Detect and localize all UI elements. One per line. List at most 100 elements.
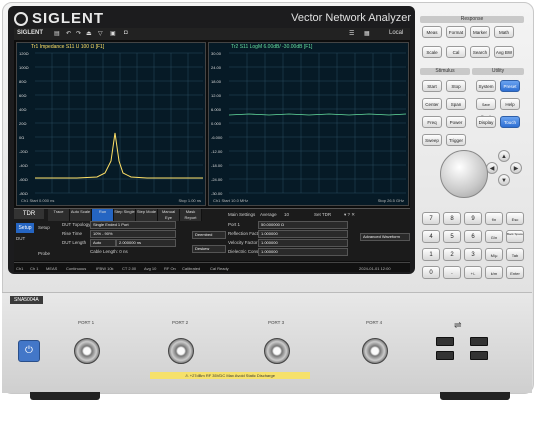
undo-icon[interactable]: ↶ <box>66 30 71 37</box>
usb-port[interactable] <box>436 351 454 360</box>
key-0[interactable]: 0 <box>422 266 440 279</box>
key-6[interactable]: 6 <box>464 230 482 243</box>
port-1-connector[interactable] <box>74 338 100 364</box>
redo-icon[interactable]: ↷ <box>76 30 81 37</box>
center-key[interactable]: Center <box>422 98 442 110</box>
probe-item[interactable]: Probe <box>38 251 50 256</box>
span-key[interactable]: Span <box>446 98 466 110</box>
param-value[interactable]: 50.000000 Ω <box>258 221 348 229</box>
file-icon[interactable]: ▤ <box>54 30 60 37</box>
param-value[interactable]: 1.000000 <box>258 248 348 256</box>
avg-bw-key[interactable]: Avg BW <box>494 46 514 58</box>
port-4-connector[interactable] <box>362 338 388 364</box>
power-button-icon[interactable]: ⏻ <box>18 340 40 362</box>
key-k-m[interactable]: k/m <box>485 266 503 279</box>
save-recall-key[interactable]: Save Recall <box>476 98 496 119</box>
format-key[interactable]: Format <box>446 26 466 38</box>
key-m-u[interactable]: M/μ <box>485 248 503 261</box>
usb-port[interactable] <box>470 351 488 360</box>
dut-topology-select[interactable]: Single Ended 1 Port <box>90 221 176 229</box>
freq-key[interactable]: Freq <box>422 116 442 128</box>
tab-key[interactable]: Tab <box>506 248 524 261</box>
deskew-button[interactable]: Deskew <box>192 245 226 253</box>
panel-controls[interactable]: ▾ ? ✕ <box>344 212 355 218</box>
right-arrow-icon[interactable]: ▶ <box>510 162 522 174</box>
window-icon[interactable]: ▦ <box>364 30 370 37</box>
trace-window-2[interactable]: Tr2 S11 LogM 6.00dB/ -30.00dB [F1] 30.00… <box>208 42 409 206</box>
usb-port[interactable] <box>436 337 454 346</box>
scale-key[interactable]: Scale <box>422 46 442 58</box>
down-arrow-icon[interactable]: ▼ <box>498 174 510 186</box>
key-2[interactable]: 2 <box>443 248 461 261</box>
key-8[interactable]: 8 <box>443 212 461 225</box>
key-5[interactable]: 5 <box>443 230 461 243</box>
softkey-trace[interactable]: Trace <box>48 209 70 221</box>
marker-icon[interactable]: ▽ <box>98 30 103 37</box>
key-g-n[interactable]: G/n <box>485 230 503 243</box>
param-value[interactable]: 1.000000 <box>258 230 348 238</box>
enter-key[interactable]: Enter <box>506 266 524 279</box>
preset-key[interactable]: Preset <box>500 80 520 92</box>
menu-icon[interactable]: ☰ <box>349 30 354 37</box>
trace-window-1[interactable]: Tr1 Impedance S11 U 100 Ω [F1] 120Ω 100Ω… <box>16 42 206 206</box>
rotary-knob[interactable] <box>440 150 488 198</box>
search-key[interactable]: Search <box>470 46 490 58</box>
setup-tab[interactable]: Setup <box>16 223 34 233</box>
stop-key[interactable]: Stop <box>446 80 466 92</box>
y-label: 20Ω <box>19 121 27 126</box>
trace-1-plot <box>35 52 203 194</box>
key-dot[interactable]: . <box>443 266 461 279</box>
dut-item[interactable]: DUT <box>16 236 25 241</box>
trigger-icon[interactable]: ⏏ <box>86 30 92 37</box>
start-key[interactable]: Start <box>422 80 442 92</box>
display-key[interactable]: Display <box>476 116 496 128</box>
camera-icon[interactable]: ◘ <box>124 30 128 36</box>
backspace-key[interactable]: Back Space <box>506 230 524 243</box>
port-4-label: PORT 4 <box>366 320 383 325</box>
setup-item[interactable]: Setup <box>38 225 50 230</box>
average-value[interactable]: 10 <box>284 212 289 217</box>
meas-key[interactable]: Meas <box>422 26 442 38</box>
esc-key[interactable]: Esc <box>506 212 524 225</box>
touch-key[interactable]: Touch <box>500 116 520 128</box>
set-tdr[interactable]: Set TDR <box>314 212 331 217</box>
softkey-run[interactable]: Run <box>92 209 114 221</box>
softkey-step-single[interactable]: Step Single <box>114 209 136 221</box>
port-2-label: PORT 2 <box>172 320 189 325</box>
device-foot-left <box>30 392 100 400</box>
system-key[interactable]: System <box>476 80 496 92</box>
dut-length-mode[interactable]: Auto <box>90 239 116 247</box>
up-arrow-icon[interactable]: ▲ <box>498 150 510 162</box>
softkey-step-mode[interactable]: Step Mode <box>136 209 158 221</box>
tdr-tab[interactable]: TDR <box>14 209 44 219</box>
trace-1-start: Ch1 Start 0.000 ns <box>21 198 55 203</box>
marker-key[interactable]: Marker <box>470 26 490 38</box>
key-f-n[interactable]: f/n <box>485 212 503 225</box>
sweep-key[interactable]: Sweep <box>422 134 442 146</box>
key-plus-minus[interactable]: +/- <box>464 266 482 279</box>
port-2-connector[interactable] <box>168 338 194 364</box>
usb-port[interactable] <box>470 337 488 346</box>
dut-topology-label: DUT Topology <box>62 222 91 227</box>
advanced-waveform-button[interactable]: Advanced Waveform <box>360 233 410 241</box>
deembed-button[interactable]: Deembed <box>192 231 226 239</box>
cal-key[interactable]: Cal <box>446 46 466 58</box>
save-icon[interactable]: ▣ <box>110 30 116 37</box>
dut-length-input[interactable]: 2.000000 ns <box>116 239 176 247</box>
math-key[interactable]: Math <box>494 26 514 38</box>
key-3[interactable]: 3 <box>464 248 482 261</box>
softkey-manual-eye[interactable]: Manual Eye <box>158 209 180 221</box>
port-3-connector[interactable] <box>264 338 290 364</box>
help-key[interactable]: Help <box>500 98 520 110</box>
power-key[interactable]: Power <box>446 116 466 128</box>
trigger-key[interactable]: Trigger <box>446 134 466 146</box>
softkey-auto-scale[interactable]: Auto Scale <box>70 209 92 221</box>
key-7[interactable]: 7 <box>422 212 440 225</box>
key-9[interactable]: 9 <box>464 212 482 225</box>
usb-icon: ⇌ <box>454 320 462 330</box>
softkey-mask-report[interactable]: Mask Report <box>180 209 202 221</box>
key-1[interactable]: 1 <box>422 248 440 261</box>
rise-time-select[interactable]: 10% - 90% <box>90 230 176 238</box>
key-4[interactable]: 4 <box>422 230 440 243</box>
param-value[interactable]: 1.000000 <box>258 239 348 247</box>
